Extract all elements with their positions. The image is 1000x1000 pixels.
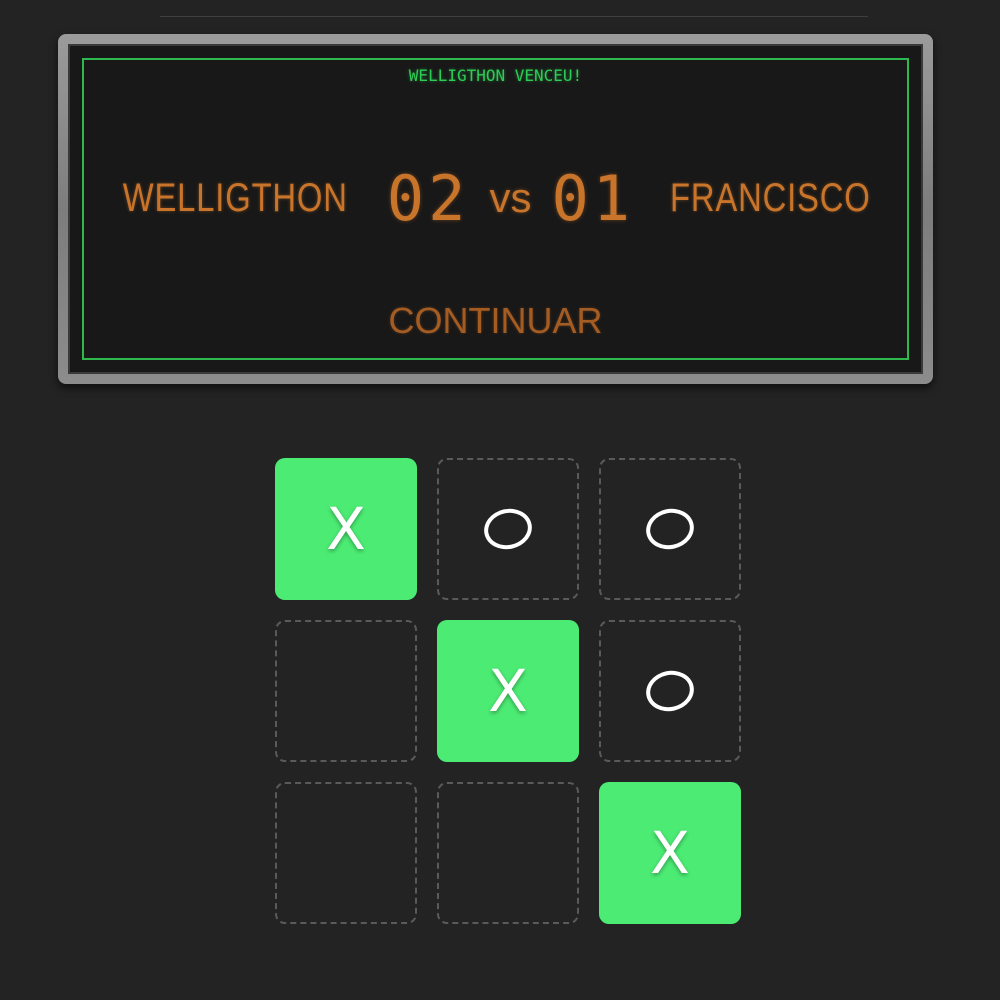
winner-message: WELLIGTHON VENCEU! — [408, 66, 583, 85]
player2-score: 01 — [551, 161, 635, 235]
player1-score: 02 — [386, 161, 470, 235]
scoreboard-frame: WELLIGTHON VENCEU! WELLIGTHON 02 vs 01 F… — [82, 58, 909, 360]
board-cell-r3c2[interactable] — [437, 782, 579, 924]
board-cell-r3c3[interactable]: X — [599, 782, 741, 924]
scoreboard-screen: WELLIGTHON VENCEU! WELLIGTHON 02 vs 01 F… — [68, 44, 923, 374]
continue-button[interactable]: CONTINUAR — [389, 300, 603, 342]
board-cell-r2c2[interactable]: X — [437, 620, 579, 762]
scoreboard: WELLIGTHON VENCEU! WELLIGTHON 02 vs 01 F… — [58, 34, 933, 384]
o-mark — [642, 666, 698, 716]
player2-name: FRANCISCO — [670, 175, 871, 220]
x-mark: X — [488, 657, 528, 725]
board-cell-r2c1[interactable] — [275, 620, 417, 762]
x-mark: X — [326, 495, 366, 563]
board-cell-r1c2[interactable] — [437, 458, 579, 600]
board-cell-r3c1[interactable] — [275, 782, 417, 924]
o-mark — [480, 504, 536, 554]
vs-label: vs — [489, 174, 532, 221]
board-cell-r1c3[interactable] — [599, 458, 741, 600]
game-board: X X X — [275, 458, 741, 924]
board-cell-r2c3[interactable] — [599, 620, 741, 762]
player1-name: WELLIGTHON — [123, 175, 349, 220]
score-row: WELLIGTHON 02 vs 01 FRANCISCO — [84, 158, 907, 238]
top-divider — [160, 16, 868, 17]
board-cell-r1c1[interactable]: X — [275, 458, 417, 600]
x-mark: X — [650, 819, 690, 887]
o-mark — [642, 504, 698, 554]
